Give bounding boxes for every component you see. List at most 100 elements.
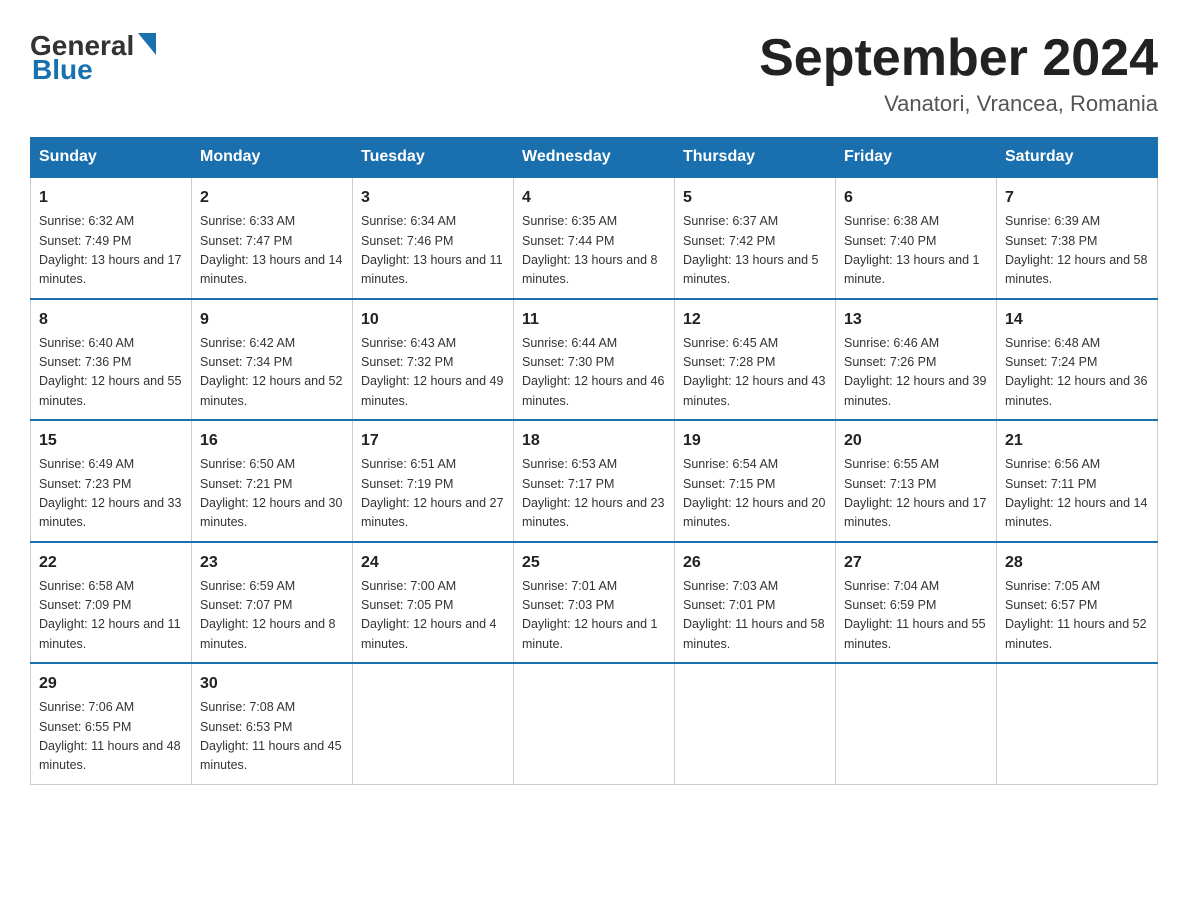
day-info: Sunrise: 6:51 AMSunset: 7:19 PMDaylight:… [361,455,505,533]
col-header-friday: Friday [836,138,997,178]
day-cell [836,663,997,784]
day-cell: 11 Sunrise: 6:44 AMSunset: 7:30 PMDaylig… [514,299,675,421]
day-cell [353,663,514,784]
day-info: Sunrise: 6:46 AMSunset: 7:26 PMDaylight:… [844,334,988,412]
day-number: 5 [683,186,827,210]
day-info: Sunrise: 6:38 AMSunset: 7:40 PMDaylight:… [844,212,988,290]
day-cell: 3 Sunrise: 6:34 AMSunset: 7:46 PMDayligh… [353,177,514,299]
day-cell: 9 Sunrise: 6:42 AMSunset: 7:34 PMDayligh… [192,299,353,421]
day-info: Sunrise: 6:50 AMSunset: 7:21 PMDaylight:… [200,455,344,533]
day-cell: 7 Sunrise: 6:39 AMSunset: 7:38 PMDayligh… [997,177,1158,299]
col-header-monday: Monday [192,138,353,178]
week-row-1: 1 Sunrise: 6:32 AMSunset: 7:49 PMDayligh… [31,177,1158,299]
day-info: Sunrise: 6:48 AMSunset: 7:24 PMDaylight:… [1005,334,1149,412]
col-header-saturday: Saturday [997,138,1158,178]
day-number: 25 [522,551,666,575]
day-info: Sunrise: 6:42 AMSunset: 7:34 PMDaylight:… [200,334,344,412]
week-row-2: 8 Sunrise: 6:40 AMSunset: 7:36 PMDayligh… [31,299,1158,421]
day-number: 7 [1005,186,1149,210]
day-cell: 12 Sunrise: 6:45 AMSunset: 7:28 PMDaylig… [675,299,836,421]
day-number: 3 [361,186,505,210]
day-number: 15 [39,429,183,453]
day-info: Sunrise: 6:33 AMSunset: 7:47 PMDaylight:… [200,212,344,290]
day-info: Sunrise: 7:06 AMSunset: 6:55 PMDaylight:… [39,698,183,776]
day-number: 20 [844,429,988,453]
day-cell: 15 Sunrise: 6:49 AMSunset: 7:23 PMDaylig… [31,420,192,542]
day-number: 30 [200,672,344,696]
day-info: Sunrise: 6:40 AMSunset: 7:36 PMDaylight:… [39,334,183,412]
day-number: 26 [683,551,827,575]
day-cell: 10 Sunrise: 6:43 AMSunset: 7:32 PMDaylig… [353,299,514,421]
day-cell: 25 Sunrise: 7:01 AMSunset: 7:03 PMDaylig… [514,542,675,664]
day-number: 21 [1005,429,1149,453]
day-cell [675,663,836,784]
day-cell: 27 Sunrise: 7:04 AMSunset: 6:59 PMDaylig… [836,542,997,664]
day-info: Sunrise: 6:39 AMSunset: 7:38 PMDaylight:… [1005,212,1149,290]
logo: General Blue [30,30,156,86]
day-info: Sunrise: 6:59 AMSunset: 7:07 PMDaylight:… [200,577,344,655]
day-number: 29 [39,672,183,696]
page: General Blue September 2024 Vanatori, Vr… [0,0,1188,805]
day-cell: 17 Sunrise: 6:51 AMSunset: 7:19 PMDaylig… [353,420,514,542]
day-cell: 19 Sunrise: 6:54 AMSunset: 7:15 PMDaylig… [675,420,836,542]
day-number: 24 [361,551,505,575]
col-header-thursday: Thursday [675,138,836,178]
col-header-tuesday: Tuesday [353,138,514,178]
logo-arrow-icon [138,33,156,55]
day-number: 1 [39,186,183,210]
calendar-table: SundayMondayTuesdayWednesdayThursdayFrid… [30,137,1158,785]
day-cell: 23 Sunrise: 6:59 AMSunset: 7:07 PMDaylig… [192,542,353,664]
day-cell: 2 Sunrise: 6:33 AMSunset: 7:47 PMDayligh… [192,177,353,299]
day-info: Sunrise: 6:35 AMSunset: 7:44 PMDaylight:… [522,212,666,290]
day-info: Sunrise: 6:56 AMSunset: 7:11 PMDaylight:… [1005,455,1149,533]
day-number: 27 [844,551,988,575]
day-info: Sunrise: 7:04 AMSunset: 6:59 PMDaylight:… [844,577,988,655]
day-cell: 6 Sunrise: 6:38 AMSunset: 7:40 PMDayligh… [836,177,997,299]
location: Vanatori, Vrancea, Romania [759,91,1158,117]
day-number: 28 [1005,551,1149,575]
day-cell: 22 Sunrise: 6:58 AMSunset: 7:09 PMDaylig… [31,542,192,664]
day-number: 4 [522,186,666,210]
day-number: 17 [361,429,505,453]
day-info: Sunrise: 7:05 AMSunset: 6:57 PMDaylight:… [1005,577,1149,655]
day-cell: 18 Sunrise: 6:53 AMSunset: 7:17 PMDaylig… [514,420,675,542]
day-cell: 21 Sunrise: 6:56 AMSunset: 7:11 PMDaylig… [997,420,1158,542]
day-number: 18 [522,429,666,453]
day-info: Sunrise: 6:43 AMSunset: 7:32 PMDaylight:… [361,334,505,412]
day-info: Sunrise: 7:00 AMSunset: 7:05 PMDaylight:… [361,577,505,655]
day-number: 8 [39,308,183,332]
day-cell: 1 Sunrise: 6:32 AMSunset: 7:49 PMDayligh… [31,177,192,299]
day-number: 12 [683,308,827,332]
day-number: 2 [200,186,344,210]
day-cell: 29 Sunrise: 7:06 AMSunset: 6:55 PMDaylig… [31,663,192,784]
col-header-sunday: Sunday [31,138,192,178]
day-cell [514,663,675,784]
month-title: September 2024 [759,30,1158,87]
day-info: Sunrise: 7:08 AMSunset: 6:53 PMDaylight:… [200,698,344,776]
day-cell: 26 Sunrise: 7:03 AMSunset: 7:01 PMDaylig… [675,542,836,664]
day-cell: 28 Sunrise: 7:05 AMSunset: 6:57 PMDaylig… [997,542,1158,664]
week-row-4: 22 Sunrise: 6:58 AMSunset: 7:09 PMDaylig… [31,542,1158,664]
day-info: Sunrise: 7:01 AMSunset: 7:03 PMDaylight:… [522,577,666,655]
day-cell: 20 Sunrise: 6:55 AMSunset: 7:13 PMDaylig… [836,420,997,542]
day-number: 13 [844,308,988,332]
day-number: 19 [683,429,827,453]
day-cell: 16 Sunrise: 6:50 AMSunset: 7:21 PMDaylig… [192,420,353,542]
day-info: Sunrise: 6:55 AMSunset: 7:13 PMDaylight:… [844,455,988,533]
day-cell: 30 Sunrise: 7:08 AMSunset: 6:53 PMDaylig… [192,663,353,784]
day-info: Sunrise: 6:53 AMSunset: 7:17 PMDaylight:… [522,455,666,533]
day-info: Sunrise: 6:45 AMSunset: 7:28 PMDaylight:… [683,334,827,412]
day-cell: 4 Sunrise: 6:35 AMSunset: 7:44 PMDayligh… [514,177,675,299]
day-number: 11 [522,308,666,332]
day-cell: 24 Sunrise: 7:00 AMSunset: 7:05 PMDaylig… [353,542,514,664]
day-number: 10 [361,308,505,332]
day-info: Sunrise: 6:58 AMSunset: 7:09 PMDaylight:… [39,577,183,655]
day-number: 14 [1005,308,1149,332]
day-info: Sunrise: 6:44 AMSunset: 7:30 PMDaylight:… [522,334,666,412]
week-row-3: 15 Sunrise: 6:49 AMSunset: 7:23 PMDaylig… [31,420,1158,542]
title-section: September 2024 Vanatori, Vrancea, Romani… [759,30,1158,117]
day-number: 22 [39,551,183,575]
day-number: 9 [200,308,344,332]
day-info: Sunrise: 6:34 AMSunset: 7:46 PMDaylight:… [361,212,505,290]
day-number: 16 [200,429,344,453]
